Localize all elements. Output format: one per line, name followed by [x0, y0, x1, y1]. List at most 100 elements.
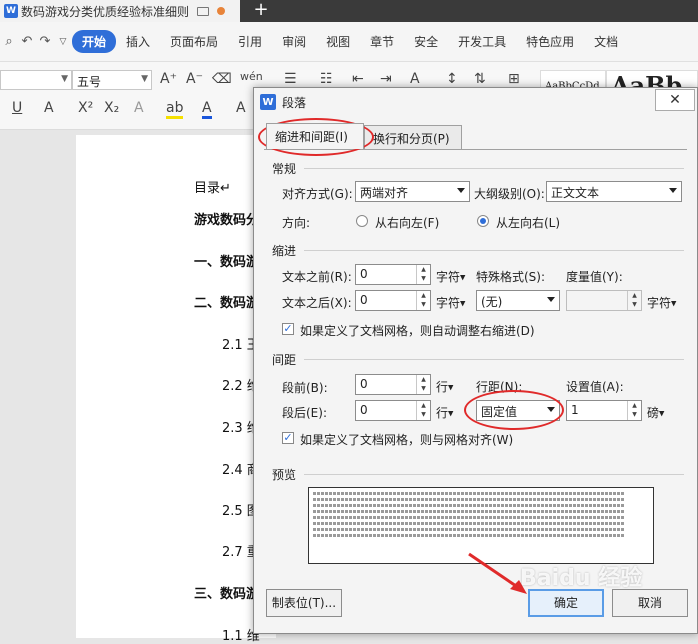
setting-value-input[interactable]: 1 ▲ ▼ — [566, 400, 642, 421]
special-format-select[interactable]: (无) — [476, 290, 560, 311]
line-spacing-icon[interactable]: ⇅ — [474, 71, 486, 87]
outline-level-select[interactable]: 正文文本 — [546, 181, 682, 202]
alignment-select[interactable]: 两端对齐 — [355, 181, 470, 202]
menu-security[interactable]: 安全 — [404, 33, 448, 50]
space-after-input[interactable]: 0 ▲ ▼ — [355, 400, 431, 421]
menu-bar: ⌕ ↶ ↷ ▽ 开始 插入 页面布局 引用 审阅 视图 章节 安全 开发工具 特… — [0, 22, 698, 62]
space-after-stepper[interactable]: ▲ ▼ — [416, 401, 430, 420]
direction-ltr-label[interactable]: 从左向右(L) — [496, 214, 560, 231]
ok-button[interactable]: 确定 — [528, 589, 604, 617]
menu-view[interactable]: 视图 — [316, 33, 360, 50]
indent-after-unit[interactable]: 字符▼ — [436, 294, 465, 311]
document-page[interactable]: 目录↵ 游戏数码分 一、数码游 二、数码游 2.1 王 2.2 维 2.3 维 … — [76, 135, 276, 644]
preview-line — [313, 528, 625, 531]
tab-line-page-breaks[interactable]: 换行和分页(P) — [364, 125, 462, 149]
char-shading-icon[interactable]: A — [236, 100, 246, 116]
customize-chevron-icon[interactable]: ▽ — [54, 37, 72, 47]
indent-before-stepper[interactable]: ▲ ▼ — [416, 265, 430, 284]
menu-references[interactable]: 引用 — [228, 33, 272, 50]
numbered-list-icon[interactable]: ☷ — [320, 71, 333, 87]
measure-label: 度量值(Y): — [566, 270, 623, 284]
watermark-logo: Baidu 经验 — [520, 566, 643, 591]
setting-value-unit[interactable]: 磅▼ — [647, 404, 664, 421]
menu-special[interactable]: 特色应用 — [516, 33, 584, 50]
indent-before-input[interactable]: 0 ▲ ▼ — [355, 264, 431, 285]
section-preview-title: 预览 — [272, 468, 297, 482]
measure-input[interactable]: ▲ ▼ — [566, 290, 642, 311]
wps-writer-icon: W — [260, 94, 276, 110]
menu-developer[interactable]: 开发工具 — [448, 33, 516, 50]
new-tab-button[interactable]: + — [250, 0, 272, 22]
menu-review[interactable]: 审阅 — [272, 33, 316, 50]
menu-page-layout[interactable]: 页面布局 — [160, 33, 228, 50]
phonetic-guide-icon[interactable]: wén — [240, 70, 263, 83]
strikethrough-icon[interactable]: A — [44, 100, 54, 116]
menu-home[interactable]: 开始 — [72, 30, 117, 53]
grow-font-icon[interactable]: A⁺ — [160, 71, 177, 87]
section-divider — [304, 168, 684, 169]
indent-after-input[interactable]: 0 ▲ ▼ — [355, 290, 431, 311]
tab-stops-button[interactable]: 制表位(T)... — [266, 589, 342, 617]
subscript-icon[interactable]: X₂ — [104, 100, 119, 116]
sort-icon[interactable]: ↕ — [446, 71, 458, 87]
font-color-icon[interactable]: A — [202, 100, 212, 119]
cancel-button[interactable]: 取消 — [612, 589, 688, 617]
measure-stepper[interactable]: ▲ ▼ — [627, 291, 641, 310]
measure-unit-label: 字符 — [647, 296, 672, 310]
font-name-combo[interactable]: ▼ — [0, 70, 72, 90]
alignment-label: 对齐方式(G): — [282, 187, 353, 201]
decrease-indent-icon[interactable]: ⇤ — [352, 71, 364, 87]
doc-line: 游戏数码分 — [194, 213, 260, 228]
dialog-title: 段落 — [282, 95, 307, 110]
space-before-label: 段前(B): — [282, 381, 328, 395]
indent-before-label: 文本之前(R): — [282, 270, 352, 284]
snap-to-grid-label[interactable]: 如果定义了文档网格，则与网格对齐(W) — [300, 431, 513, 448]
undo-icon[interactable]: ↶ — [18, 34, 36, 49]
search-icon[interactable]: ⌕ — [0, 34, 18, 49]
clear-format-icon[interactable]: ⌫ — [212, 71, 232, 87]
underline-icon[interactable]: U — [12, 100, 22, 116]
menu-insert[interactable]: 插入 — [116, 33, 160, 50]
indent-after-stepper[interactable]: ▲ ▼ — [416, 291, 430, 310]
highlight-icon[interactable]: ab — [166, 100, 184, 119]
special-format-value: (无) — [481, 295, 503, 309]
dialog-close-button[interactable]: ✕ — [655, 89, 695, 111]
direction-rtl-radio[interactable] — [356, 215, 368, 227]
setting-value-unit-label: 磅 — [647, 406, 660, 420]
space-before-input[interactable]: 0 ▲ ▼ — [355, 374, 431, 395]
increase-indent-icon[interactable]: ⇥ — [380, 71, 392, 87]
font-size-combo[interactable]: 五号 ▼ — [72, 70, 152, 90]
indent-after-unit-label: 字符 — [436, 296, 461, 310]
bullet-list-icon[interactable]: ☰ — [284, 71, 297, 87]
direction-rtl-label[interactable]: 从右向左(F) — [375, 214, 439, 231]
shrink-font-icon[interactable]: A⁻ — [186, 71, 203, 87]
doc-line: 一、数码游 — [194, 255, 260, 270]
doc-line: 目录↵ — [194, 181, 231, 196]
dialog-titlebar[interactable]: W 段落 — [254, 88, 697, 116]
indent-before-unit[interactable]: 字符▼ — [436, 268, 465, 285]
superscript-icon[interactable]: X² — [78, 100, 93, 116]
monitor-icon[interactable] — [197, 6, 210, 16]
preview-line — [313, 498, 625, 501]
close-tab-icon[interactable] — [217, 7, 226, 15]
space-after-unit[interactable]: 行▼ — [436, 404, 453, 421]
measure-unit[interactable]: 字符▼ — [647, 294, 676, 311]
auto-adjust-indent-label[interactable]: 如果定义了文档网格，则自动调整右缩进(D) — [300, 322, 535, 339]
space-before-unit[interactable]: 行▼ — [436, 378, 453, 395]
direction-ltr-radio[interactable] — [477, 215, 489, 227]
auto-adjust-indent-checkbox[interactable]: ✓ — [282, 323, 294, 335]
preview-line — [313, 492, 625, 495]
borders-icon[interactable]: ⊞ — [508, 71, 520, 87]
menu-document[interactable]: 文档 — [584, 33, 628, 50]
text-direction-icon[interactable]: A — [410, 71, 420, 87]
setting-value-stepper[interactable]: ▲ ▼ — [627, 401, 641, 420]
document-tab[interactable]: W 数码游戏分类优质经验标准细则 — [0, 0, 240, 22]
tab-indent-spacing[interactable]: 缩进和间距(I) — [266, 123, 364, 149]
space-before-stepper[interactable]: ▲ ▼ — [416, 375, 430, 394]
indent-after-value: 0 — [360, 293, 368, 307]
snap-to-grid-checkbox[interactable]: ✓ — [282, 432, 294, 444]
text-effect-icon[interactable]: A — [134, 100, 144, 116]
redo-icon[interactable]: ↷ — [36, 34, 54, 49]
menu-section[interactable]: 章节 — [360, 33, 404, 50]
direction-label: 方向: — [282, 216, 311, 230]
